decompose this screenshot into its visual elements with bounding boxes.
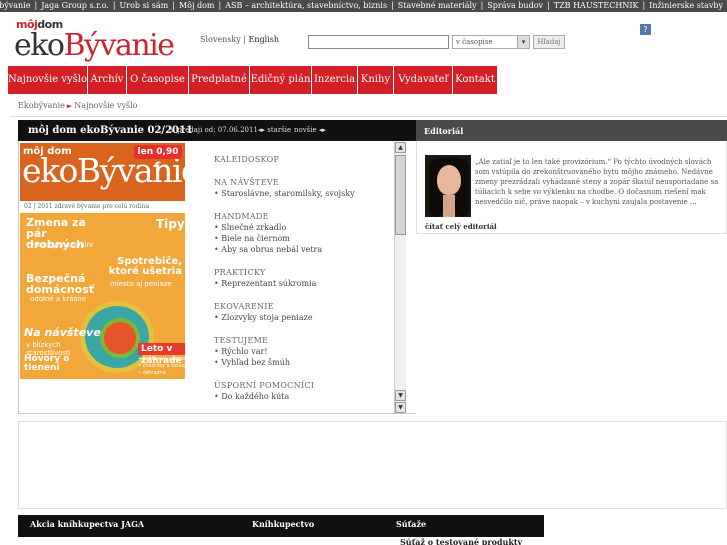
network-link-stavebne-materialy[interactable]: Stavebné materiály	[398, 0, 477, 12]
search-button[interactable]: Hľadaj	[533, 35, 565, 49]
banner-area	[18, 421, 727, 509]
contents-article-link[interactable]: Do každého kúta	[214, 391, 390, 402]
nav-item-predplatne[interactable]: Predplatné	[189, 66, 250, 94]
editorial-text: „Ale zatiaľ je to len také provizórium.“…	[475, 158, 719, 206]
nav-item-najnovsie[interactable]: Najnovšie vyšlo	[8, 66, 88, 94]
issue-date: V predaji od: 07.06.2011	[170, 126, 258, 134]
scroll-end-icon[interactable]: ▼	[395, 402, 406, 413]
scroll-up-icon[interactable]: ▲	[395, 142, 406, 153]
breadcrumb-arrow-icon: ►	[66, 102, 73, 110]
breadcrumb-home[interactable]: Ekobývanie	[18, 101, 65, 110]
cover-bowl-inner	[100, 318, 140, 358]
cover-headline-4: Na návšteve	[24, 326, 101, 339]
contents-section-title[interactable]: EKOVARENIE	[214, 301, 390, 312]
cover-tagline: 02 | 2011 zdravé bývanie pre celú rodinu	[20, 201, 185, 213]
contents-article-link[interactable]: Zlozvyky stoja peniaze	[214, 312, 390, 323]
network-link-jaga[interactable]: Jaga Group s.r.o.	[41, 0, 109, 12]
network-link-asb[interactable]: ASB – architektúra, stavebníctvo, biznis	[225, 0, 387, 12]
logo-wordmark: ekoBývanie	[14, 28, 175, 63]
contents-section: EKOVARENIEZlozvyky stoja peniaze	[214, 301, 390, 323]
cover-headline-5: Hovory o tienení	[24, 354, 70, 373]
cover-sub-1: v kuchyni a spálni	[30, 241, 93, 249]
contents-article-link[interactable]: Rýchlo var!	[214, 346, 390, 357]
contents-article-link[interactable]: Reprezentant súkromia	[214, 278, 390, 289]
main-nav: Najnovšie vyšlo Archív O časopise Predpl…	[8, 66, 498, 94]
contents-section: HANDMADESlnečné zrkadloBiele na čiernomA…	[214, 211, 390, 255]
breadcrumb: Ekobývanie ► Najnovšie vyšlo	[18, 101, 137, 110]
network-link-inzinierske-stavby[interactable]: Inžinierske stavby	[649, 0, 723, 12]
contents-section-title[interactable]: PRAKTICKY	[214, 267, 390, 278]
contents-section-title[interactable]: HANDMADE	[214, 211, 390, 222]
nav-item-vydavatel[interactable]: Vydavateľ	[394, 66, 453, 94]
contents-scrollbar[interactable]: ▲ ▼ ▼	[394, 142, 406, 413]
issue-title: môj dom ekoBývanie 02/2011	[28, 125, 193, 136]
magazine-cover-image[interactable]: môj dom ekoBývanie len 0,90 € 02 | 2011 …	[20, 143, 185, 379]
cover-tipy: Tipy	[156, 217, 185, 231]
scroll-thumb[interactable]	[395, 155, 406, 235]
issue-header: môj dom ekoBývanie 02/2011 V predaji od:…	[18, 120, 416, 141]
language-switcher: Slovensky | English	[200, 35, 280, 44]
contents-section: TESTUJEMERýchlo var!Vyhľad bez šmúh	[214, 335, 390, 368]
tab-akcia-knihkupectva[interactable]: Akcia kníhkupectva JAGA	[18, 515, 240, 537]
network-link-urob-si-sam[interactable]: Urob si sám	[120, 0, 169, 12]
cover-headline-3: Spotrebiče, ktoré ušetria	[108, 256, 182, 277]
divider	[10, 116, 727, 117]
editorial-read-more-link[interactable]: čítať celý editoriál	[425, 222, 497, 231]
help-icon[interactable]: ?	[640, 24, 651, 35]
cover-price-badge: len 0,90 €	[134, 145, 182, 171]
network-link-moj-dom[interactable]: Môj dom	[179, 0, 215, 12]
contents-section: KALEIDOSKOP	[214, 154, 390, 165]
contest-title-link[interactable]: Súťaž o testované produkty	[400, 537, 522, 545]
network-link-ekobyvanie[interactable]: Ekobývanie	[0, 0, 30, 12]
cover-sub-3: miesto aj peniaze	[110, 280, 172, 288]
top-bar: Ekobývanie| Jaga Group s.r.o.| Urob si s…	[0, 0, 727, 12]
network-link-tzb[interactable]: TZB HAUSTECHNIK	[554, 0, 639, 12]
cover-leto-badge: Leto v záhrade	[138, 343, 185, 366]
search-input[interactable]	[308, 35, 449, 49]
contents-section-title[interactable]: ÚSPORNÍ POMOCNÍCI	[214, 380, 390, 391]
contents-article-link[interactable]: Aby sa obrus nebál vetra	[214, 244, 390, 255]
chevron-down-icon: ▾	[517, 36, 529, 48]
contents-section: ÚSPORNÍ POMOCNÍCIDo každého kúta	[214, 380, 390, 402]
older-issue-link[interactable]: ◂▸ staršie	[258, 126, 291, 134]
contents-section-title[interactable]: KALEIDOSKOP	[214, 154, 390, 165]
newer-issue-link[interactable]: novšie ◂▸	[294, 126, 326, 134]
issue-contents-list: KALEIDOSKOP NA NÁVŠTEVEStaroslávne, staro…	[214, 154, 390, 412]
editorial-title: Editoriál	[424, 126, 464, 136]
tab-knihkupectvo[interactable]: Kníhkupectvo	[240, 515, 384, 537]
nav-item-edicny-plan[interactable]: Edičný plán	[250, 66, 312, 94]
contents-section: NA NÁVŠTEVEStaroslávne, staromilsky, svo…	[214, 177, 390, 199]
search-scope-select[interactable]: v časopise ▾	[452, 35, 530, 49]
contents-section-title[interactable]: NA NÁVŠTEVE	[214, 177, 390, 188]
scroll-down-icon[interactable]: ▼	[395, 390, 406, 401]
cover-sub-2: odolné a krásne	[30, 295, 87, 303]
nav-item-knihy[interactable]: Knihy	[358, 66, 394, 94]
lang-english[interactable]: English	[249, 35, 280, 44]
contents-section: PRAKTICKYReprezentant súkromia	[214, 267, 390, 289]
nav-item-inzercia[interactable]: Inzercia	[312, 66, 358, 94]
editor-avatar	[425, 155, 471, 217]
contents-article-link[interactable]: Vyhľad bez šmúh	[214, 357, 390, 368]
network-link-sprava-budov[interactable]: Správa budov	[487, 0, 543, 12]
contents-article-link[interactable]: Slnečné zrkadlo	[214, 222, 390, 233]
nav-item-archiv[interactable]: Archív	[88, 66, 127, 94]
cover-leto-items: • kvetinová výzdoba • chodníky a terasy …	[138, 356, 185, 376]
nav-item-o-casopise[interactable]: O časopise	[127, 66, 189, 94]
editorial-header: Editoriál	[416, 120, 727, 141]
lang-slovak[interactable]: Slovensky	[200, 35, 241, 44]
network-links: Ekobývanie| Jaga Group s.r.o.| Urob si s…	[0, 0, 723, 12]
nav-item-kontakt[interactable]: Kontakt	[453, 66, 498, 94]
contents-article-link[interactable]: Staroslávne, staromilsky, svojsky	[214, 188, 390, 199]
contents-article-link[interactable]: Biele na čiernom	[214, 233, 390, 244]
cover-headline-2: Bezpečná domácnosť	[26, 272, 95, 296]
tab-sutaze[interactable]: Súťaže	[384, 515, 544, 537]
site-logo[interactable]: môjdom ekoBývanie	[14, 16, 175, 66]
contents-section-title[interactable]: TESTUJEME	[214, 335, 390, 346]
breadcrumb-current: Najnovšie vyšlo	[74, 101, 138, 110]
